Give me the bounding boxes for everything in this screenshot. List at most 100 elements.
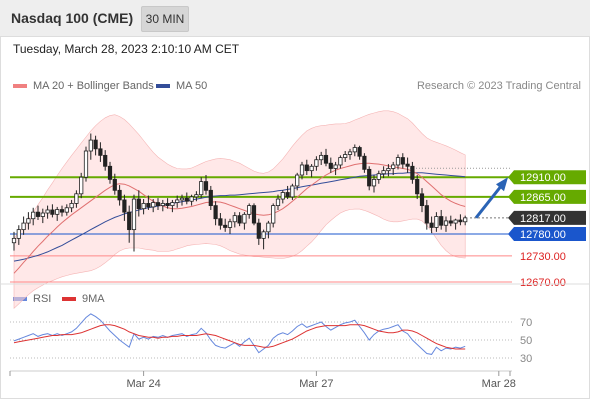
candle-body [386,168,391,172]
candle-body [83,150,89,178]
candle-body [367,168,372,187]
candle-body [16,229,21,239]
candle-body [11,237,17,244]
price-chart: 12910.00 12865.00 12817.00 12780.00 12730.00… [0,110,590,390]
candle-body [391,164,396,169]
candle-body [127,211,132,231]
candle-body [141,203,146,210]
candle-body [79,176,84,195]
candle-body [443,220,449,226]
candle-body [232,215,237,223]
candle-body [218,218,223,226]
candle-body [40,212,45,217]
candle-body [376,173,381,180]
candle-body [463,217,468,223]
candle-body [419,193,425,207]
candle-body [64,207,69,213]
candle-body [242,213,247,224]
candle-body [405,163,410,167]
candle-body [103,154,108,167]
candle-body [45,209,50,214]
candle-body [299,164,305,176]
rsi-tick-label: 70 [520,317,532,329]
candle-body [309,165,314,172]
candle-body [319,154,324,161]
candle-body [256,222,261,239]
candle-body [199,181,204,196]
candle-body [146,203,151,208]
candle-body [261,231,266,239]
x-tick-label: Mar 24 [126,378,160,390]
candle-body [136,198,141,210]
candle-body [333,164,338,169]
candle-body [247,205,252,215]
candle-body [203,181,209,191]
candle-body [371,178,377,187]
level-label: 12780.00 [520,229,566,241]
candle-body [184,197,189,202]
candle-body [304,164,309,172]
candle-body [395,157,401,166]
candle-body [151,202,156,208]
candle-body [362,155,367,170]
candle-body [381,170,386,175]
candle-body [314,159,319,167]
candle-body [439,216,444,226]
x-tick-label: Mar 27 [299,378,333,390]
level-label: 12817.00 [520,213,566,225]
rsi-ma9-line [13,324,466,350]
rsi-tick-label: 30 [520,353,532,365]
rsi-tick-label: 50 [520,335,532,347]
candle-body [98,148,103,156]
candle-body [237,215,242,224]
candle-body [88,139,93,152]
candle-body [415,178,420,195]
candle-body [400,157,405,165]
candle-body [50,209,55,215]
level-label: 12730.00 [520,251,566,263]
candle-body [131,198,137,231]
candle-body [194,194,199,198]
level-label: 12910.00 [520,172,566,184]
candle-body [112,178,117,191]
candle-body [275,198,281,207]
candle-body [31,211,36,220]
candle-body [93,139,98,150]
candle-body [26,218,31,224]
candle-body [170,202,175,207]
candle-body [74,193,79,204]
candle-body [448,220,453,224]
candle [83,146,89,182]
candle-body [122,199,127,213]
candle-body [189,196,194,202]
candle-body [21,222,26,231]
candle-body [160,203,165,207]
candle-body [165,203,170,207]
candle-body [410,165,415,180]
x-tick-label: Mar 28 [482,378,516,390]
candle-body [295,174,300,187]
candle-body [434,216,439,228]
candle-body [35,211,41,217]
candle-body [55,209,60,215]
candle-body [213,205,218,220]
candle-body [343,154,348,158]
rsi-line [13,313,466,355]
candle-body [357,147,362,157]
candle-body [271,205,276,224]
candle-body [328,162,333,169]
candle-body [251,205,257,224]
candle-body [453,219,458,224]
forecast-arrow [474,185,503,219]
candle-body [227,221,233,228]
candle-body [280,192,285,200]
candle-body [223,224,228,228]
level-label: 12865.00 [520,192,566,204]
candle-body [155,202,161,207]
candle-body [117,189,122,201]
candle-body [352,147,357,153]
candle [251,203,257,226]
level-label: 12670.00 [520,277,566,289]
candle-body [290,185,295,198]
candle-body [424,205,429,224]
